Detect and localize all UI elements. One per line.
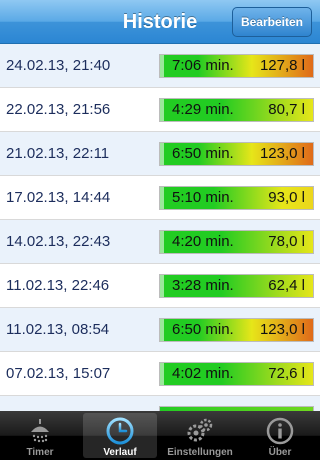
- tab-label: Timer: [26, 447, 54, 458]
- history-list[interactable]: 24.02.13, 21:40 7:06 min. 127,8 l 22.02.…: [0, 44, 320, 411]
- tab-verlauf[interactable]: Verlauf: [80, 411, 160, 460]
- shower-icon: [31, 419, 49, 443]
- row-duration: 4:20 min.: [172, 233, 234, 250]
- row-volume: 72,6 l: [268, 365, 305, 382]
- clock-icon: [106, 417, 134, 445]
- row-duration: 3:28 min.: [172, 277, 234, 294]
- table-row[interactable]: 24.02.13, 21:40 7:06 min. 127,8 l: [0, 44, 320, 88]
- tab-label: Verlauf: [103, 447, 137, 458]
- row-date: 14.02.13, 22:43: [6, 233, 111, 250]
- row-date: 22.02.13, 21:56: [6, 101, 111, 118]
- row-volume: 62,4 l: [268, 277, 305, 294]
- row-duration: 5:10 min.: [172, 189, 234, 206]
- duration-volume-bar: 5:10 min. 93,0 l: [159, 186, 314, 210]
- row-date: 11.02.13, 22:46: [6, 277, 110, 294]
- table-row[interactable]: 22.02.13, 21:56 4:29 min. 80,7 l: [0, 88, 320, 132]
- duration-volume-bar: 4:20 min. 78,0 l: [159, 230, 314, 254]
- row-volume: 127,8 l: [259, 57, 305, 74]
- tab-ueber[interactable]: Über: [240, 411, 320, 460]
- row-duration: 6:50 min.: [172, 321, 234, 338]
- row-duration: 7:06 min.: [172, 57, 234, 74]
- row-duration: 4:29 min.: [172, 101, 234, 118]
- table-row[interactable]: 07.02.13, 15:07 4:02 min. 72,6 l: [0, 352, 320, 396]
- row-volume: 123,0 l: [259, 321, 305, 338]
- duration-volume-bar: 6:50 min. 123,0 l: [159, 318, 314, 342]
- table-row[interactable]: 11.02.13, 08:54 6:50 min. 123,0 l: [0, 308, 320, 352]
- row-date: 17.02.13, 14:44: [6, 189, 111, 206]
- tab-timer[interactable]: Timer: [0, 411, 80, 460]
- tab-label: Über: [268, 447, 292, 458]
- row-date: 24.02.13, 21:40: [6, 57, 111, 74]
- info-icon: [266, 417, 294, 445]
- table-row[interactable]: 11.02.13, 22:46 3:28 min. 62,4 l: [0, 264, 320, 308]
- row-volume: 123,0 l: [259, 145, 305, 162]
- table-row[interactable]: [0, 396, 320, 411]
- duration-volume-bar: 3:28 min. 62,4 l: [159, 274, 314, 298]
- table-row[interactable]: 17.02.13, 14:44 5:10 min. 93,0 l: [0, 176, 320, 220]
- gears-icon: [187, 418, 213, 442]
- duration-volume-bar: 4:29 min. 80,7 l: [159, 98, 314, 122]
- table-row[interactable]: 21.02.13, 22:11 6:50 min. 123,0 l: [0, 132, 320, 176]
- row-volume: 78,0 l: [268, 233, 305, 250]
- duration-volume-bar: 4:02 min. 72,6 l: [159, 362, 314, 386]
- row-duration: 4:02 min.: [172, 365, 234, 382]
- navigation-bar: Historie Bearbeiten: [0, 0, 320, 44]
- table-row[interactable]: 14.02.13, 22:43 4:20 min. 78,0 l: [0, 220, 320, 264]
- tab-einstellungen[interactable]: Einstellungen: [160, 411, 240, 460]
- row-date: 11.02.13, 08:54: [6, 321, 110, 338]
- duration-volume-bar: 7:06 min. 127,8 l: [159, 54, 314, 78]
- edit-button[interactable]: Bearbeiten: [231, 7, 312, 37]
- tab-bar: Timer Verlauf Einstellungen Über: [0, 411, 320, 460]
- row-volume: 80,7 l: [268, 101, 305, 118]
- tab-label: Einstellungen: [167, 447, 233, 458]
- row-duration: 6:50 min.: [172, 145, 234, 162]
- row-date: 21.02.13, 22:11: [6, 145, 110, 162]
- duration-volume-bar: 6:50 min. 123,0 l: [159, 142, 314, 166]
- row-volume: 93,0 l: [268, 189, 305, 206]
- row-date: 07.02.13, 15:07: [6, 365, 111, 382]
